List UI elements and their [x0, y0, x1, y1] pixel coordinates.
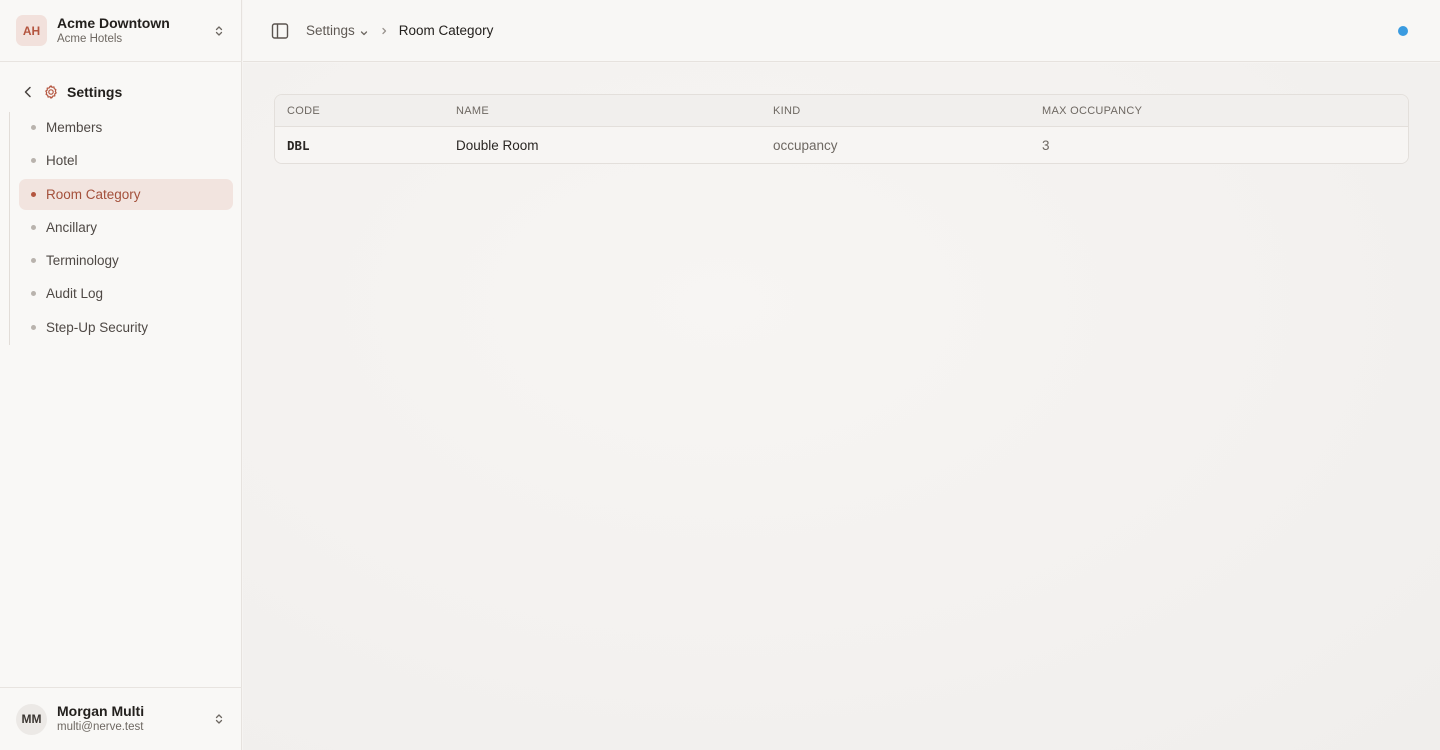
chevron-down-icon — [359, 26, 369, 36]
gear-icon — [43, 84, 59, 100]
bullet-icon — [31, 324, 36, 330]
settings-title: Settings — [67, 84, 123, 100]
bullet-icon — [31, 158, 36, 164]
cell-code: DBL — [287, 137, 310, 153]
column-header-name[interactable]: NAME — [456, 105, 489, 117]
settings-nav: Members Hotel Room Category Ancillary Te… — [9, 112, 233, 346]
sidebar-item-audit-log[interactable]: Audit Log — [19, 278, 233, 309]
chevron-up-down-icon — [212, 712, 226, 726]
table-row[interactable]: DBL Double Room occupancy 3 — [275, 127, 1408, 163]
cell-name: Double Room — [456, 137, 539, 153]
column-header-max-occupancy[interactable]: MAX OCCUPANCY — [1042, 105, 1142, 117]
user-name: Morgan Multi — [57, 703, 145, 719]
sidebar-item-terminology[interactable]: Terminology — [19, 245, 233, 276]
breadcrumb-settings[interactable]: Settings — [306, 23, 369, 38]
sidebar-item-label: Members — [46, 120, 103, 135]
main-content: CODE NAME KIND MAX OCCUPANCY DBL Double … — [243, 63, 1440, 750]
user-email: multi@nerve.test — [57, 721, 144, 733]
bullet-icon — [31, 191, 36, 197]
sidebar-item-hotel[interactable]: Hotel — [19, 145, 233, 176]
bullet-icon — [31, 224, 36, 230]
table-header: CODE NAME KIND MAX OCCUPANCY — [275, 95, 1408, 127]
breadcrumb-current: Room Category — [398, 23, 494, 38]
org-info: Acme Downtown Acme Hotels — [57, 15, 212, 47]
chevron-right-icon — [379, 26, 389, 36]
cell-max-occupancy: 3 — [1042, 137, 1050, 153]
settings-header: Settings — [20, 80, 122, 104]
sidebar: AH Acme Downtown Acme Hotels Settings Me… — [0, 0, 242, 750]
column-header-kind[interactable]: KIND — [773, 105, 800, 117]
sidebar-item-ancillary[interactable]: Ancillary — [19, 212, 233, 243]
topbar: Settings Room Category — [243, 0, 1440, 62]
room-category-table: CODE NAME KIND MAX OCCUPANCY DBL Double … — [274, 94, 1409, 164]
org-company: Acme Hotels — [57, 32, 123, 45]
sidebar-item-label: Ancillary — [46, 219, 98, 235]
sidebar-item-label: Terminology — [46, 253, 119, 269]
sidebar-item-members[interactable]: Members — [19, 112, 233, 143]
cell-kind: occupancy — [773, 137, 838, 153]
column-header-code[interactable]: CODE — [287, 105, 320, 117]
sidebar-item-label: Audit Log — [46, 286, 104, 302]
bullet-icon — [31, 258, 36, 264]
org-name: Acme Downtown — [57, 14, 170, 31]
sidebar-item-label: Room Category — [46, 186, 141, 202]
breadcrumb-parent-label: Settings — [306, 23, 355, 38]
bullet-icon — [31, 125, 36, 130]
org-avatar: AH — [16, 15, 47, 46]
avatar: MM — [16, 703, 47, 735]
chevron-left-icon[interactable] — [20, 84, 36, 100]
user-info: Morgan Multi multi@nerve.test — [57, 703, 212, 735]
chevron-up-down-icon — [212, 24, 226, 38]
sidebar-toggle-icon[interactable] — [270, 21, 290, 41]
sidebar-item-label: Hotel — [46, 153, 78, 169]
status-indicator — [1398, 26, 1408, 36]
sidebar-item-room-category[interactable]: Room Category — [19, 178, 233, 210]
sidebar-item-step-up-security[interactable]: Step-Up Security — [19, 312, 233, 343]
bullet-icon — [31, 291, 36, 297]
user-switcher[interactable]: MM Morgan Multi multi@nerve.test — [0, 687, 242, 750]
sidebar-item-label: Step-Up Security — [46, 319, 149, 335]
org-switcher[interactable]: AH Acme Downtown Acme Hotels — [0, 0, 242, 62]
